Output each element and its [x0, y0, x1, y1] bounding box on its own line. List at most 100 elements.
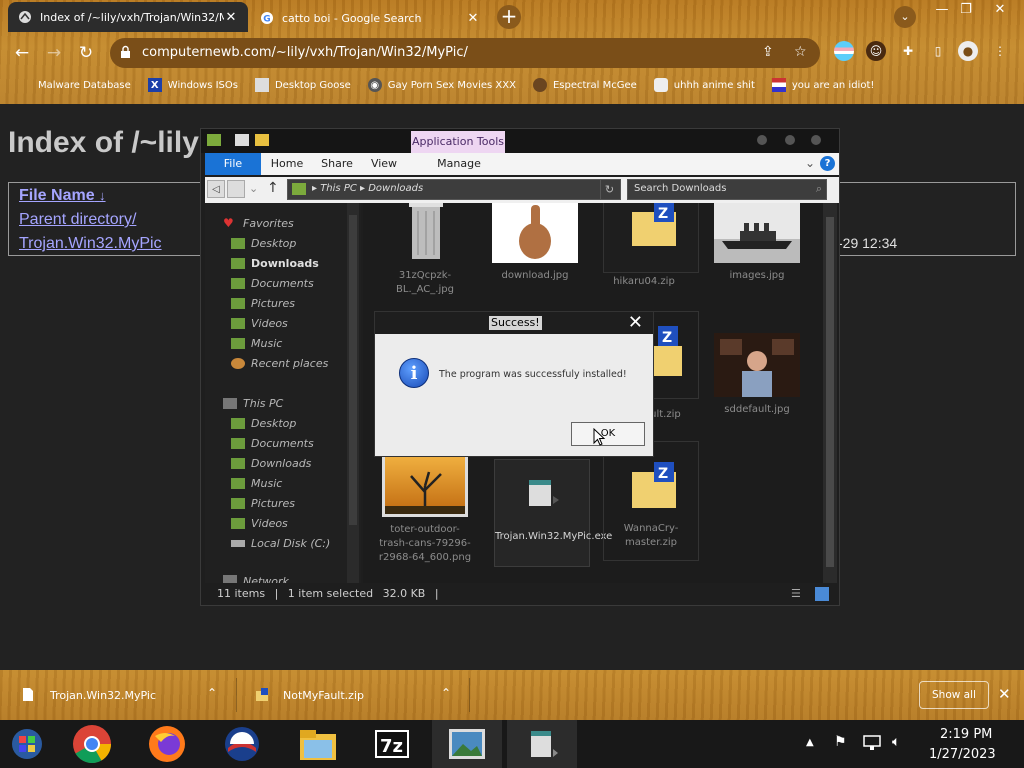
close-window-icon[interactable]: ✕ — [986, 0, 1014, 20]
explorer-maximize-icon[interactable] — [785, 135, 795, 145]
properties-icon[interactable] — [235, 134, 249, 146]
nav-pc-local-disk[interactable]: Local Disk (C:) — [231, 537, 330, 550]
taskbar-7zip[interactable]: 7z — [357, 720, 427, 768]
bookmark-you-are-an-idiot[interactable]: you are an idiot! — [771, 78, 874, 92]
file-item[interactable]: download.jpg — [487, 203, 583, 283]
nav-pc-videos[interactable]: Videos — [231, 517, 288, 530]
tab-index-of-mypic[interactable]: Index of /~lily/vxh/Trojan/Win32/MyPic/ … — [8, 2, 248, 32]
nav-pc-documents[interactable]: Documents — [231, 437, 314, 450]
address-bar[interactable]: computernewb.com/~lily/vxh/Trojan/Win32/… — [110, 38, 820, 68]
file-item[interactable]: Z WannaCry-master.zip — [603, 441, 699, 561]
downloads-close-icon[interactable]: ✕ — [998, 685, 1011, 703]
nav-this-pc[interactable]: This PC — [223, 397, 283, 410]
more-menu-icon[interactable]: ⋮ — [990, 41, 1010, 61]
nav-network[interactable]: Network — [223, 575, 289, 583]
bookmark-espectral-mcgee[interactable]: Espectral McGee — [532, 78, 637, 92]
tab-file[interactable]: File — [205, 153, 261, 175]
nav-fav-downloads[interactable]: Downloads — [231, 257, 319, 270]
action-center-flag-icon[interactable]: ⚑ — [834, 734, 847, 750]
restore-icon[interactable]: ❐ — [952, 0, 980, 20]
explorer-address-bar[interactable]: ▸ This PC ▸ Downloads ↻ — [287, 179, 621, 200]
tab-close-icon[interactable]: ✕ — [466, 11, 480, 26]
file-item[interactable]: sddefault.jpg — [709, 333, 805, 417]
forward-icon[interactable] — [227, 180, 245, 198]
column-header-file-name[interactable]: File Name ↓ — [19, 187, 106, 205]
nav-fav-documents[interactable]: Documents — [231, 277, 314, 290]
clock-date[interactable]: 1/27/2023 — [929, 747, 996, 762]
extension-avatar-icon[interactable]: ☺ — [866, 41, 886, 61]
files-scrollbar[interactable] — [823, 203, 837, 583]
file-item[interactable]: images.jpg — [709, 203, 805, 283]
taskbar-obama-app[interactable] — [207, 720, 277, 768]
nav-fav-videos[interactable]: Videos — [231, 317, 288, 330]
up-arrow-icon[interactable]: ↑ — [267, 180, 279, 196]
tab-home[interactable]: Home — [263, 153, 311, 175]
breadcrumb-this-pc[interactable]: This PC — [320, 183, 357, 194]
nav-scrollbar[interactable] — [347, 203, 359, 583]
refresh-icon[interactable]: ↻ — [600, 180, 618, 199]
network-icon[interactable] — [862, 734, 882, 756]
explorer-close-icon[interactable] — [811, 135, 821, 145]
dialog-close-icon[interactable]: ✕ — [628, 313, 643, 333]
explorer-minimize-icon[interactable] — [757, 135, 767, 145]
parent-directory-link[interactable]: Parent directory/ — [19, 211, 136, 229]
tab-search-chevron-icon[interactable]: ⌄ — [894, 6, 916, 28]
taskbar-photo-viewer[interactable] — [432, 720, 502, 768]
download-options-chevron-icon[interactable]: ⌃ — [207, 686, 217, 700]
large-icons-view-icon[interactable] — [815, 587, 829, 601]
nav-fav-music[interactable]: Music — [231, 337, 282, 350]
ok-button[interactable]: OK — [571, 422, 645, 446]
dialog-titlebar[interactable]: Success! ✕ — [375, 312, 653, 334]
nav-pc-downloads[interactable]: Downloads — [231, 457, 311, 470]
lock-icon[interactable] — [120, 45, 134, 61]
clock-time[interactable]: 2:19 PM — [940, 727, 992, 742]
nav-scroll-thumb[interactable] — [349, 215, 357, 525]
forward-arrow-icon[interactable]: → — [42, 42, 66, 64]
trojan-file-link[interactable]: Trojan.Win32.MyPic — [19, 235, 162, 253]
start-button[interactable] — [0, 720, 54, 768]
bookmark-gay-porn[interactable]: ◉ Gay Porn Sex Movies XXX — [367, 78, 516, 92]
nav-fav-recent-places[interactable]: Recent places — [231, 357, 328, 370]
nav-pc-desktop[interactable]: Desktop — [231, 417, 296, 430]
search-downloads-input[interactable]: Search Downloads ⌕ — [627, 179, 827, 200]
back-icon[interactable]: ◁ — [207, 180, 225, 198]
nav-fav-pictures[interactable]: Pictures — [231, 297, 295, 310]
ribbon-expand-chevron-icon[interactable]: ⌄ — [805, 156, 815, 170]
back-arrow-icon[interactable]: ← — [10, 42, 34, 64]
file-item[interactable]: toter-outdoor-trash-cans-79296-r2968-64_… — [377, 453, 473, 573]
nav-pc-pictures[interactable]: Pictures — [231, 497, 295, 510]
taskbar-firefox[interactable] — [132, 720, 202, 768]
file-item-selected[interactable]: Trojan.Win32.MyPic.exe — [494, 459, 612, 567]
nav-favorites[interactable]: ♥ Favorites — [223, 217, 294, 230]
taskbar-chrome[interactable] — [57, 720, 127, 768]
download-item-notmyfault[interactable]: NotMyFault.zip — [255, 670, 364, 720]
file-item[interactable]: Z — [603, 203, 699, 273]
bookmark-star-icon[interactable]: ☆ — [794, 44, 807, 60]
taskbar-trojan-exe[interactable] — [507, 720, 577, 768]
tab-manage[interactable]: Manage — [413, 153, 505, 175]
nav-fav-desktop[interactable]: Desktop — [231, 237, 296, 250]
recent-locations-chevron-icon[interactable]: ⌄ — [249, 182, 258, 195]
taskbar-file-explorer[interactable] — [283, 720, 353, 768]
explorer-titlebar[interactable]: Application Tools — [201, 129, 839, 153]
extension-flag-icon[interactable] — [834, 41, 854, 61]
bookmark-anime[interactable]: uhhh anime shit — [653, 78, 755, 92]
side-panel-icon[interactable]: ▯ — [928, 41, 948, 61]
tab-close-icon[interactable]: ✕ — [224, 10, 238, 25]
profile-avatar-icon[interactable]: ● — [958, 41, 978, 61]
extensions-puzzle-icon[interactable]: ✚ — [898, 41, 918, 61]
bookmark-windows-isos[interactable]: X Windows ISOs — [147, 78, 238, 92]
help-icon[interactable]: ? — [820, 156, 835, 171]
file-item[interactable]: 31zQcpzk-BL._AC_.jpg — [377, 203, 473, 297]
search-icon[interactable]: ⌕ — [816, 182, 822, 196]
breadcrumb-downloads[interactable]: Downloads — [368, 183, 423, 194]
tab-view[interactable]: View — [361, 153, 407, 175]
share-icon[interactable]: ⇪ — [762, 44, 774, 60]
files-scroll-thumb[interactable] — [826, 217, 834, 567]
download-options-chevron-icon[interactable]: ⌃ — [441, 686, 451, 700]
reload-icon[interactable]: ↻ — [74, 42, 98, 64]
new-tab-button[interactable]: + — [497, 5, 521, 29]
download-item-trojan[interactable]: Trojan.Win32.MyPic — [22, 670, 156, 720]
tab-google-search[interactable]: G catto boi - Google Search ✕ — [250, 4, 490, 32]
new-folder-icon[interactable] — [255, 134, 269, 146]
